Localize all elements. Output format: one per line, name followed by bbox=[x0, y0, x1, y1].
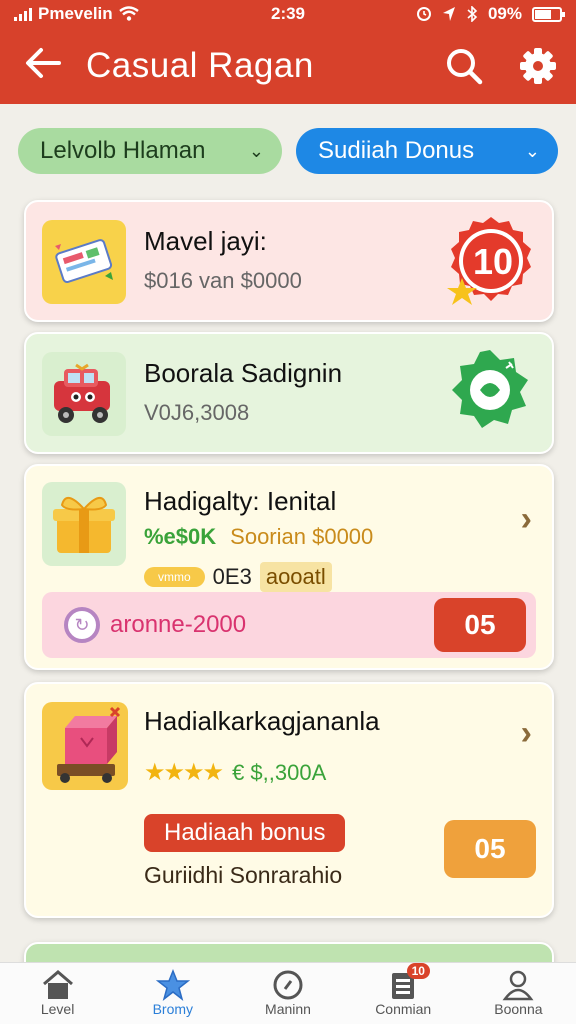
app-bar: Casual Ragan bbox=[0, 28, 576, 104]
content-area: Lelvolb Hlaman ⌄ Sudiiah Donus ⌄ Mavel j… bbox=[0, 104, 576, 962]
green-seal-icon bbox=[452, 350, 528, 428]
card-title: Boorala Sadignin bbox=[144, 358, 343, 388]
card-pill-row: vmmo 0E3 aooatl bbox=[144, 562, 332, 592]
search-icon[interactable] bbox=[444, 46, 484, 86]
card-title: Hadialkarkagjananla bbox=[144, 706, 380, 736]
chevron-down-icon: ⌄ bbox=[248, 140, 264, 161]
home-icon bbox=[42, 970, 73, 999]
pill-text: 0E3 bbox=[212, 564, 252, 589]
reward-card[interactable] bbox=[24, 942, 554, 962]
treasure-chest-icon bbox=[42, 702, 128, 790]
bottom-tab-bar: Level Bromy Maninn 10 Conmian Boonna bbox=[0, 962, 576, 1024]
chevron-right-icon[interactable]: › bbox=[521, 714, 532, 753]
clock-icon bbox=[273, 970, 303, 1000]
gear-icon[interactable] bbox=[518, 46, 558, 86]
battery-percent: 09% bbox=[487, 4, 522, 23]
reward-card[interactable]: Hadigalty: Ienital %e$0K Soorian $0000 v… bbox=[24, 464, 554, 670]
tab-label: Bromy bbox=[152, 1001, 194, 1017]
tab-label: Conmian bbox=[375, 1001, 432, 1017]
card-title: Mavel jayi: bbox=[144, 226, 267, 256]
person-icon bbox=[502, 970, 534, 1001]
carrier-name: Pmevelin bbox=[38, 4, 113, 23]
pill-sand: aooatl bbox=[259, 562, 332, 592]
rating-row: ★★★★ € $,,300A bbox=[144, 758, 326, 787]
tab-maninn[interactable]: Maninn bbox=[230, 963, 345, 1024]
toy-truck-icon bbox=[42, 352, 126, 436]
back-button[interactable] bbox=[0, 46, 86, 87]
progress-bar-row: ↻ aronne-2000 05 bbox=[42, 592, 536, 658]
notification-badge: 10 bbox=[406, 963, 430, 979]
reward-card[interactable]: Hadialkarkagjananla ★★★★ € $,,300A › Had… bbox=[24, 682, 554, 918]
card-tags: %e$0K Soorian $0000 bbox=[144, 524, 373, 550]
tab-conmian[interactable]: 10 Conmian bbox=[346, 963, 461, 1024]
filter-chip-label: Lelvolb Hlaman bbox=[40, 137, 206, 164]
reward-card[interactable]: Boorala Sadignin V0J6,3008 bbox=[24, 332, 554, 454]
location-icon bbox=[442, 7, 455, 21]
level-badge-icon: 10 bbox=[447, 217, 531, 305]
card-subtitle: $016 van $0000 bbox=[144, 268, 302, 293]
star-icon bbox=[155, 969, 190, 1001]
chevron-down-icon: ⌄ bbox=[524, 140, 540, 161]
tab-label: Maninn bbox=[265, 1001, 311, 1017]
reward-card[interactable]: Mavel jayi: $016 van $0000 10 bbox=[24, 200, 554, 322]
alarm-icon bbox=[416, 7, 431, 21]
star-rating-icon: ★★★★ bbox=[144, 759, 224, 786]
tag-green: %e$0K bbox=[144, 524, 217, 549]
tab-label: Level bbox=[40, 1001, 75, 1017]
tab-bromy[interactable]: Bromy bbox=[115, 963, 230, 1024]
filter-chip-label: Sudiiah Donus bbox=[318, 137, 475, 164]
tab-level[interactable]: Level bbox=[0, 963, 115, 1024]
count-badge-button[interactable]: 05 bbox=[434, 598, 526, 652]
filter-row: Lelvolb Hlaman ⌄ Sudiiah Donus ⌄ bbox=[18, 128, 558, 174]
progress-text: aronne-2000 bbox=[110, 611, 247, 638]
battery-icon bbox=[532, 6, 565, 22]
bonus-button[interactable]: Hadiaah bonus bbox=[144, 814, 346, 852]
count-badge-button[interactable]: 05 bbox=[444, 820, 536, 878]
tab-boonna[interactable]: Boonna bbox=[461, 963, 576, 1024]
chevron-right-icon[interactable]: › bbox=[521, 500, 532, 539]
signal-icon bbox=[14, 7, 32, 21]
carrier-group: Pmevelin bbox=[14, 4, 139, 24]
bluetooth-icon bbox=[467, 6, 478, 22]
gift-box-icon bbox=[42, 482, 126, 566]
card-footnote: Guriidhi Sonrarahio bbox=[144, 862, 343, 888]
page-title: Casual Ragan bbox=[86, 46, 314, 85]
swirl-icon: ↻ bbox=[64, 607, 100, 643]
wifi-icon bbox=[118, 6, 139, 21]
card-subtitle: V0J6,3008 bbox=[144, 400, 250, 425]
pill-yellow: vmmo bbox=[144, 567, 205, 587]
ticket-icon bbox=[42, 220, 126, 304]
filter-chip-level[interactable]: Lelvolb Hlaman ⌄ bbox=[18, 128, 282, 174]
card-value: € $,,300A bbox=[232, 759, 327, 785]
tag-orange: Soorian $0000 bbox=[230, 524, 374, 549]
back-arrow-icon bbox=[26, 47, 61, 78]
card-title: Hadigalty: Ienital bbox=[144, 486, 337, 516]
filter-chip-bonus[interactable]: Sudiiah Donus ⌄ bbox=[296, 128, 558, 174]
status-bar: Pmevelin 2:39 09% bbox=[0, 0, 576, 28]
level-badge-value: 10 bbox=[473, 241, 513, 282]
status-right: 09% bbox=[416, 4, 565, 24]
tab-label: Boonna bbox=[494, 1001, 543, 1017]
